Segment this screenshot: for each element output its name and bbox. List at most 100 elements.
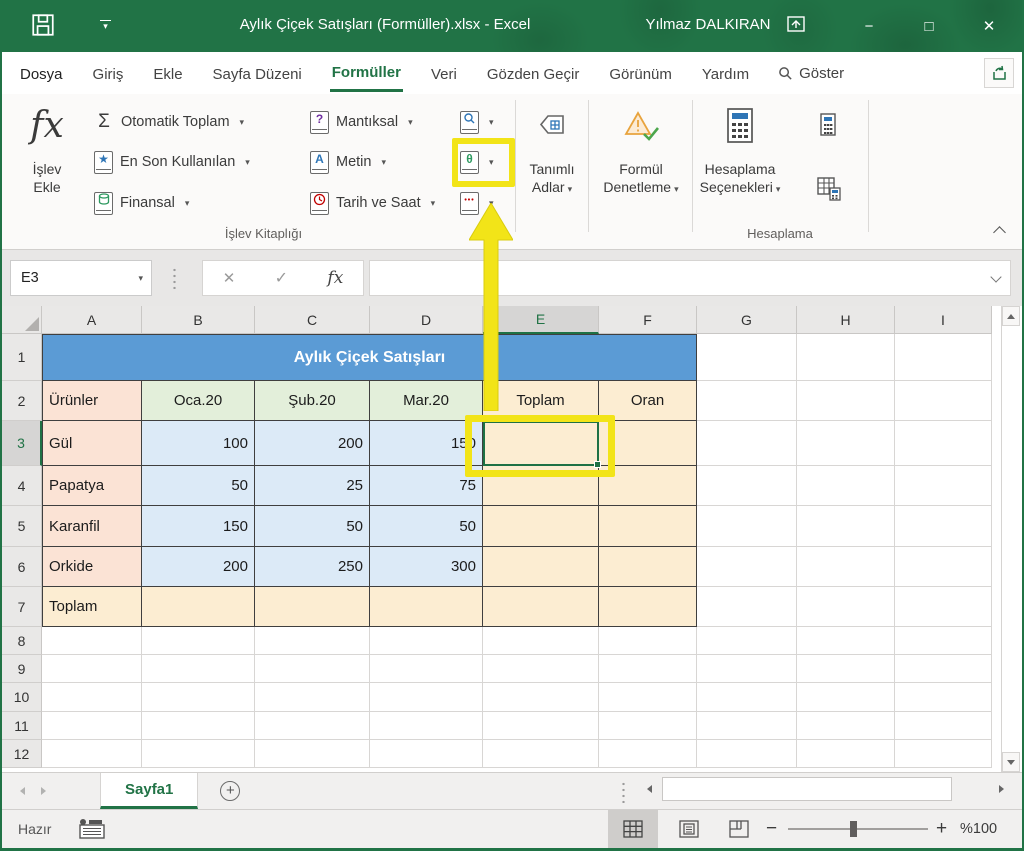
cell-H5[interactable]	[797, 506, 895, 547]
cell-D12[interactable]	[370, 740, 483, 768]
cell-F3[interactable]	[599, 421, 697, 466]
expand-formula-bar-icon[interactable]	[990, 271, 1001, 282]
cell-C2[interactable]: Şub.20	[255, 381, 370, 421]
cell-B10[interactable]	[142, 683, 255, 712]
save-icon[interactable]	[30, 12, 56, 43]
cell-D2[interactable]: Mar.20	[370, 381, 483, 421]
cell-I6[interactable]	[895, 547, 992, 587]
zoom-in-button[interactable]: +	[936, 818, 947, 840]
cell-D10[interactable]	[370, 683, 483, 712]
cell-H10[interactable]	[797, 683, 895, 712]
cell-G10[interactable]	[697, 683, 797, 712]
row-header-6[interactable]: 6	[2, 547, 42, 587]
calculate-now-button[interactable]	[818, 112, 838, 138]
scroll-left-button[interactable]	[640, 779, 658, 799]
tab-yardim[interactable]: Yardım	[700, 56, 751, 91]
cell-A11[interactable]	[42, 712, 142, 740]
row-header-10[interactable]: 10	[2, 683, 42, 712]
cell-F2[interactable]: Oran	[599, 381, 697, 421]
calculation-options-button[interactable]: HesaplamaSeçenekleri▾	[698, 100, 782, 198]
cell-B5[interactable]: 150	[142, 506, 255, 547]
tab-ekle[interactable]: Ekle	[151, 56, 184, 91]
page-layout-view-button[interactable]	[664, 810, 714, 848]
autosum-button[interactable]: Σ Otomatik Toplam▾	[94, 109, 244, 135]
col-header-C[interactable]: C	[255, 306, 370, 334]
cell-G1[interactable]	[697, 334, 797, 381]
cell-I12[interactable]	[895, 740, 992, 768]
cell-A9[interactable]	[42, 655, 142, 683]
formula-input[interactable]	[369, 260, 1011, 296]
minimize-button[interactable]: −	[846, 0, 892, 52]
cell-I1[interactable]	[895, 334, 992, 381]
sheet-tab-sayfa1[interactable]: Sayfa1	[100, 773, 198, 809]
maximize-button[interactable]: □	[906, 0, 952, 52]
tab-sayfa-duzeni[interactable]: Sayfa Düzeni	[211, 56, 304, 91]
cell-G8[interactable]	[697, 627, 797, 655]
cell-E3[interactable]	[483, 421, 599, 466]
cell-E9[interactable]	[483, 655, 599, 683]
row-header-3[interactable]: 3	[2, 421, 42, 466]
zoom-percent[interactable]: %100	[960, 821, 997, 837]
cell-B3[interactable]: 100	[142, 421, 255, 466]
cell-C12[interactable]	[255, 740, 370, 768]
cell-H6[interactable]	[797, 547, 895, 587]
cell-G4[interactable]	[697, 466, 797, 506]
cell-I5[interactable]	[895, 506, 992, 547]
cell-D11[interactable]	[370, 712, 483, 740]
scroll-down-button[interactable]	[1002, 752, 1020, 772]
cell-E4[interactable]	[483, 466, 599, 506]
cell-A5[interactable]: Karanfil	[42, 506, 142, 547]
cancel-button[interactable]: ✕	[223, 269, 236, 287]
cell-E7[interactable]	[483, 587, 599, 627]
cell-I3[interactable]	[895, 421, 992, 466]
share-button[interactable]	[984, 58, 1014, 88]
cell-H8[interactable]	[797, 627, 895, 655]
defined-names-button[interactable]: TanımlıAdlar▾	[523, 100, 581, 198]
cell-I10[interactable]	[895, 683, 992, 712]
accessibility-keyboard-icon[interactable]	[78, 818, 106, 845]
close-button[interactable]: ✕	[966, 0, 1012, 52]
cell-G11[interactable]	[697, 712, 797, 740]
row-header-8[interactable]: 8	[2, 627, 42, 655]
cell-E6[interactable]	[483, 547, 599, 587]
cell-H1[interactable]	[797, 334, 895, 381]
cell-D5[interactable]: 50	[370, 506, 483, 547]
cell-C7[interactable]	[255, 587, 370, 627]
zoom-slider-track[interactable]	[788, 828, 928, 830]
horizontal-scroll-thumb[interactable]	[662, 777, 952, 801]
cell-I4[interactable]	[895, 466, 992, 506]
ribbon-display-options-icon[interactable]	[786, 14, 806, 39]
cell-H2[interactable]	[797, 381, 895, 421]
scroll-up-button[interactable]	[1002, 306, 1020, 326]
lookup-reference-button[interactable]: ▾	[460, 109, 494, 135]
cell-H9[interactable]	[797, 655, 895, 683]
user-name[interactable]: Yılmaz DALKIRAN	[633, 16, 783, 33]
cell-F7[interactable]	[599, 587, 697, 627]
cell-A10[interactable]	[42, 683, 142, 712]
cell-C11[interactable]	[255, 712, 370, 740]
cell-B7[interactable]	[142, 587, 255, 627]
cell-B6[interactable]: 200	[142, 547, 255, 587]
cell-C10[interactable]	[255, 683, 370, 712]
cell-A8[interactable]	[42, 627, 142, 655]
cell-A1[interactable]: Aylık Çiçek Satışları	[42, 334, 697, 381]
cell-H11[interactable]	[797, 712, 895, 740]
cell-A7[interactable]: Toplam	[42, 587, 142, 627]
row-header-1[interactable]: 1	[2, 334, 42, 381]
tab-giris[interactable]: Giriş	[91, 56, 126, 91]
cell-F9[interactable]	[599, 655, 697, 683]
text-button[interactable]: A Metin▾	[310, 149, 386, 175]
cell-I9[interactable]	[895, 655, 992, 683]
page-break-preview-button[interactable]	[714, 810, 764, 848]
col-header-E[interactable]: E	[483, 306, 599, 334]
math-trig-button[interactable]: θ ▾	[460, 149, 494, 175]
cell-G7[interactable]	[697, 587, 797, 627]
cell-F8[interactable]	[599, 627, 697, 655]
cell-E5[interactable]	[483, 506, 599, 547]
cell-B8[interactable]	[142, 627, 255, 655]
more-functions-button[interactable]: ••• ▾	[460, 190, 494, 216]
cell-H3[interactable]	[797, 421, 895, 466]
horizontal-scrollbar[interactable]	[640, 777, 1012, 801]
cell-C9[interactable]	[255, 655, 370, 683]
cell-D7[interactable]	[370, 587, 483, 627]
